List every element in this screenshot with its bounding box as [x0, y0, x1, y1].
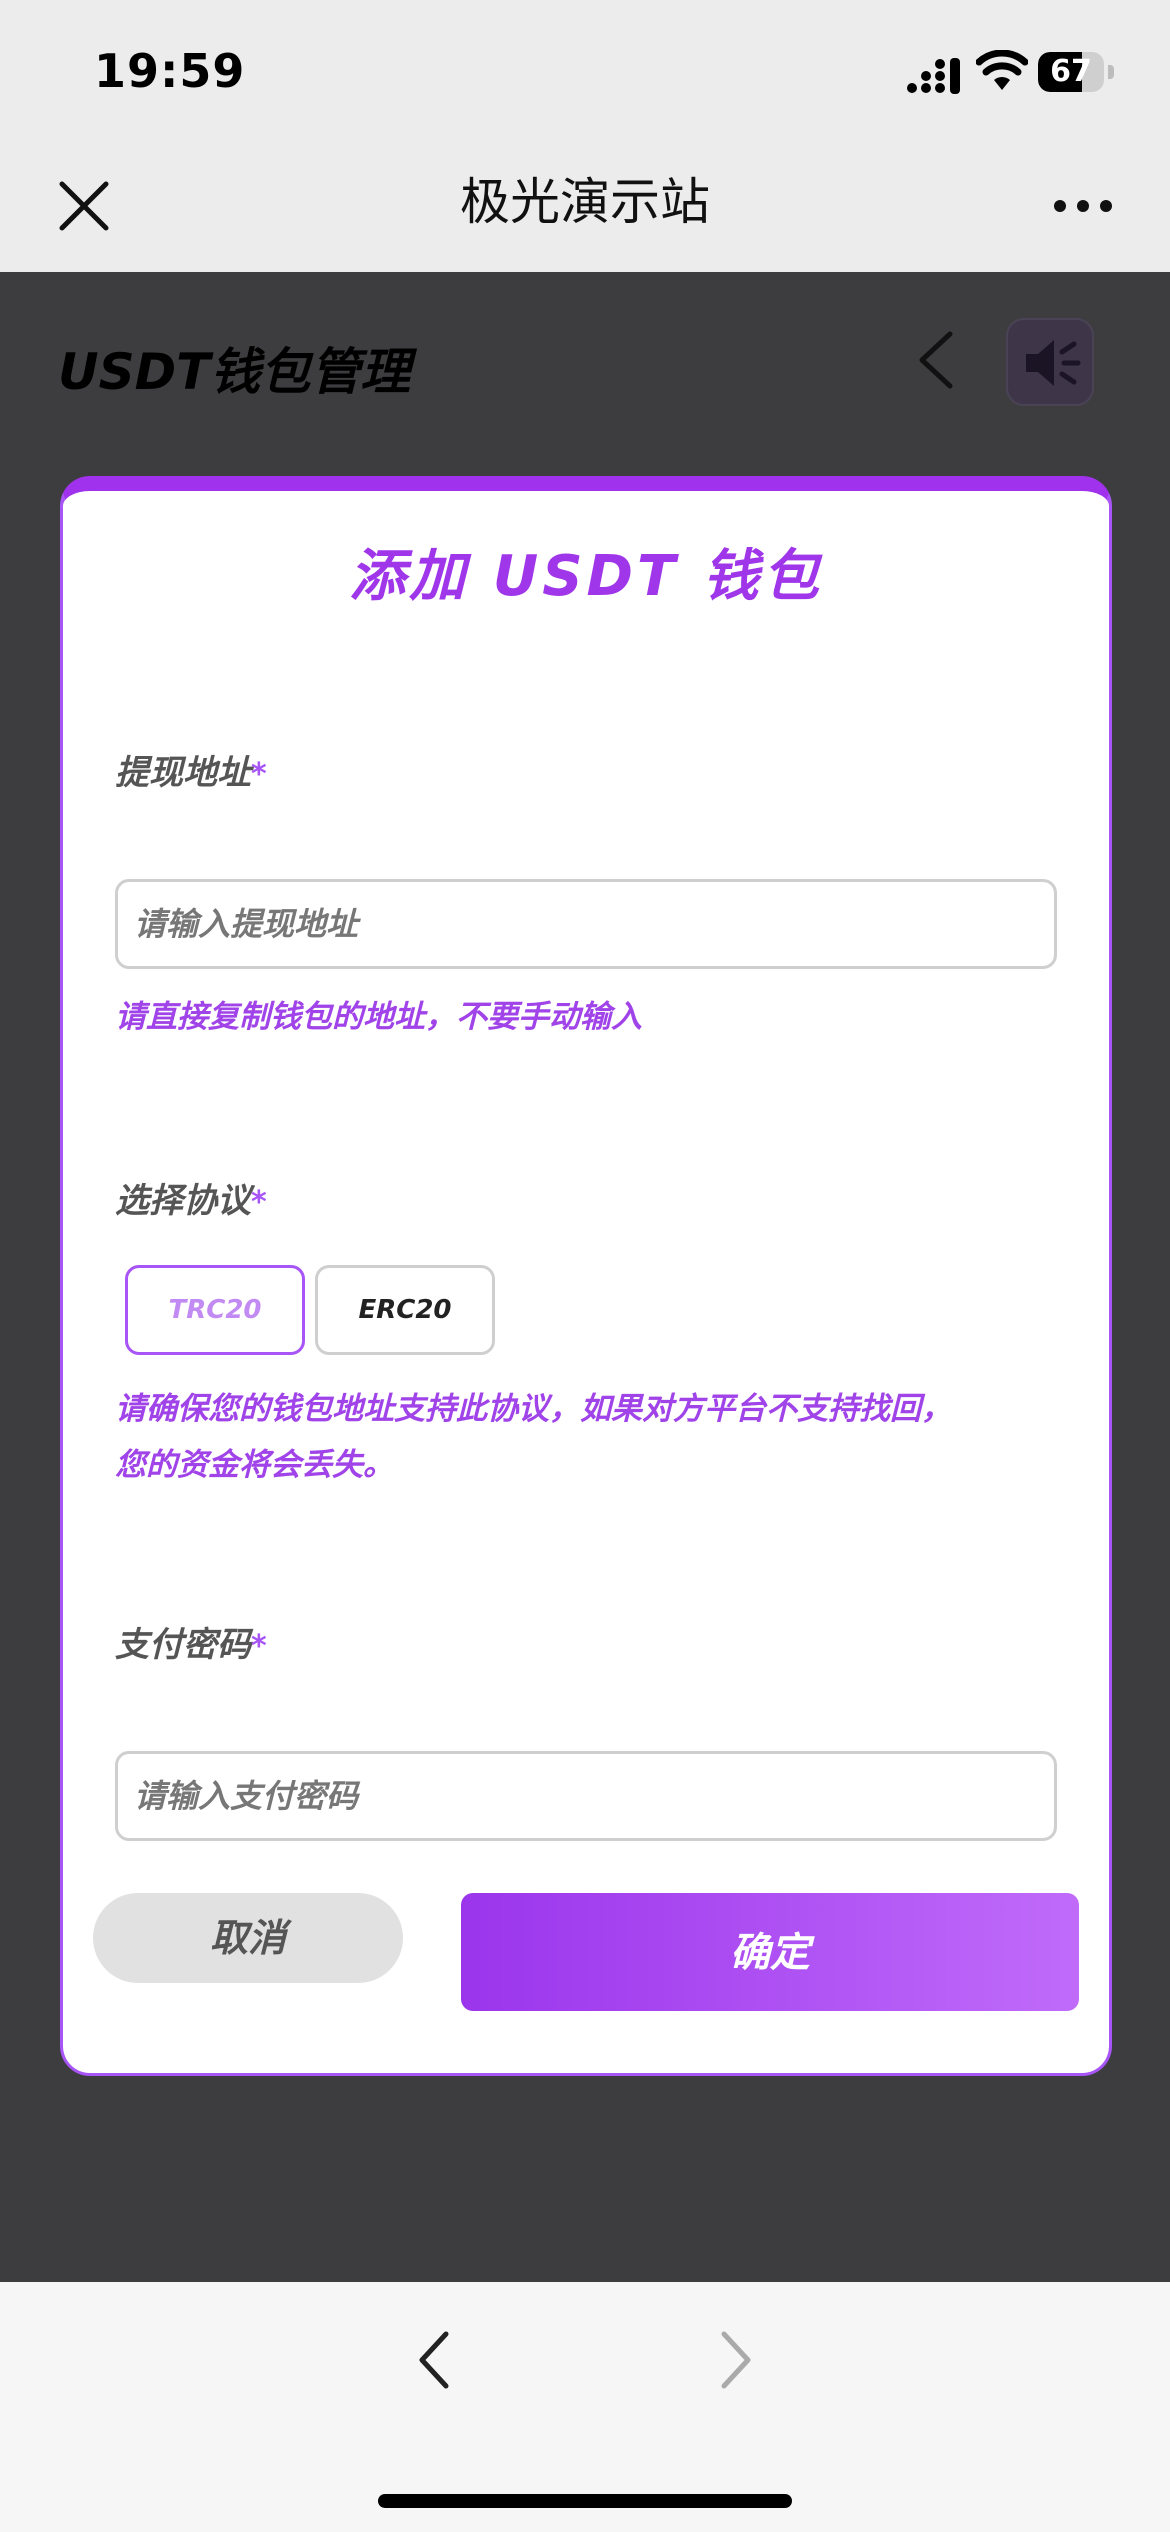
battery-percent: 67: [1050, 54, 1092, 89]
wifi-icon: [976, 50, 1028, 90]
cellular-signal-icon: [907, 58, 960, 94]
close-icon[interactable]: [56, 178, 112, 234]
required-mark: *: [251, 1185, 267, 1220]
browser-nav-bar: 极光演示站: [0, 140, 1170, 272]
protocol-hint-line1: 请确保您的钱包地址支持此协议，如果对方平台不支持找回，: [115, 1391, 952, 1427]
confirm-button[interactable]: 确定: [461, 1893, 1079, 2011]
address-hint: 请直接复制钱包的地址，不要手动输入: [115, 999, 642, 1035]
payment-password-input[interactable]: [115, 1751, 1057, 1841]
dialog-title: 添加 USDT 钱包: [349, 544, 823, 609]
browser-forward-icon[interactable]: [716, 2328, 756, 2392]
required-mark: *: [251, 1629, 267, 1664]
browser-bottom-bar: [0, 2282, 1170, 2532]
password-label: 支付密码*: [115, 1617, 267, 1666]
home-indicator: [378, 2494, 792, 2508]
page-title: USDT钱包管理: [58, 343, 411, 401]
protocol-option-trc20[interactable]: TRC20: [125, 1265, 305, 1355]
browser-back-icon[interactable]: [414, 2328, 454, 2392]
address-label: 提现地址*: [115, 745, 267, 794]
status-time: 19:59: [94, 44, 246, 98]
battery-nub: [1108, 65, 1114, 79]
required-mark: *: [251, 757, 267, 792]
add-wallet-dialog: 添加 USDT 钱包 提现地址* 请直接复制钱包的地址，不要手动输入 选择协议*…: [60, 476, 1112, 2076]
battery-indicator: 67: [1038, 52, 1114, 92]
password-label-text: 支付密码: [115, 1625, 251, 1665]
protocol-option-erc20[interactable]: ERC20: [315, 1265, 495, 1355]
protocol-hint-line2: 您的资金将会丢失。: [115, 1447, 394, 1483]
more-dots-icon[interactable]: [1052, 198, 1114, 214]
cancel-button[interactable]: 取消: [93, 1893, 403, 1983]
speaker-icon: [1026, 340, 1081, 386]
sound-button[interactable]: [1006, 318, 1094, 406]
nav-title: 极光演示站: [460, 173, 710, 231]
address-label-text: 提现地址: [115, 753, 251, 793]
address-input[interactable]: [115, 879, 1057, 969]
protocol-label: 选择协议*: [115, 1173, 267, 1222]
status-bar: 19:59 67: [0, 0, 1170, 140]
chevron-left-icon[interactable]: [914, 330, 958, 390]
battery-body: 67: [1038, 52, 1104, 92]
protocol-label-text: 选择协议: [115, 1181, 251, 1221]
